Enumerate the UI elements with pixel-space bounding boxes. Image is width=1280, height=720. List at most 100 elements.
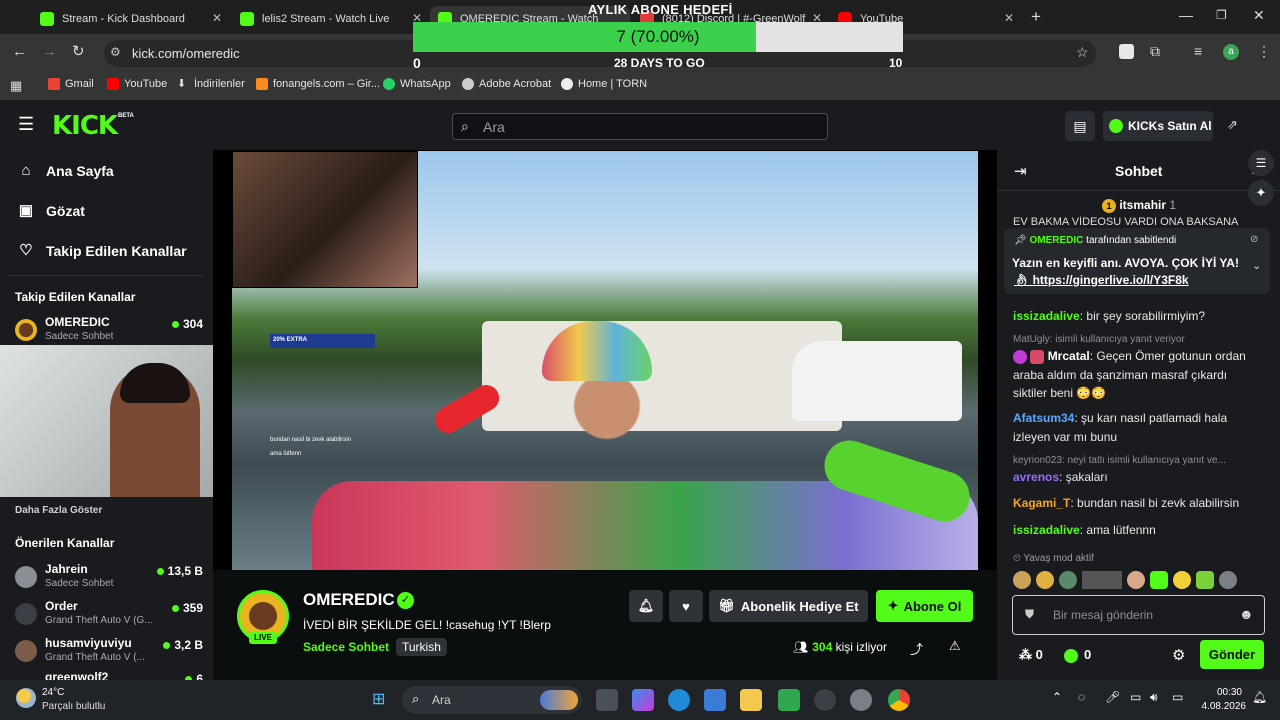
media-control-icon[interactable]: ≡	[1194, 43, 1202, 59]
nav-browse[interactable]: ▣ Gözat	[18, 203, 85, 220]
side-panel-icon[interactable]: ☰	[1248, 150, 1274, 176]
bookmark-star-icon[interactable]: ☆	[1076, 44, 1089, 61]
taskbar-search[interactable]: ⌕ Ara	[402, 686, 582, 714]
chat-username[interactable]: Afatsum34	[1013, 411, 1074, 425]
volume-icon[interactable]: 🔊︎	[1150, 690, 1158, 705]
tab-lelis2[interactable]: lelis2 Stream - Watch Live on Ki ✕	[232, 6, 428, 32]
emoji-picker-icon[interactable]: ☻	[1239, 606, 1254, 622]
forward-icon[interactable]: →	[42, 43, 57, 60]
bookmark-downloads[interactable]: ⬇ İndirilenler	[177, 78, 245, 90]
chat-username[interactable]: Kagami_T	[1013, 496, 1070, 510]
close-tab-icon[interactable]: ✕	[212, 11, 222, 25]
tray-app-icon[interactable]: ◌	[1078, 690, 1085, 704]
chat-username[interactable]: avrenos	[1013, 470, 1059, 484]
weather-temp[interactable]: 24°C	[42, 687, 64, 698]
hamburger-menu-icon[interactable]: ☰	[18, 115, 34, 133]
browser-menu-icon[interactable]: ⋮	[1257, 43, 1271, 60]
profile-avatar[interactable]: a	[1223, 44, 1239, 60]
gift-subscription-button[interactable]: 🎁︎ Abonelik Hediye Et	[709, 590, 868, 622]
battery-icon[interactable]: ▭	[1172, 690, 1183, 704]
copilot-icon[interactable]	[632, 689, 654, 711]
top-gifter[interactable]: 1 itsmahir 1	[1102, 198, 1176, 213]
edge-icon[interactable]	[668, 689, 690, 711]
close-tab-icon[interactable]: ✕	[1004, 11, 1014, 25]
nav-following[interactable]: ♡ Takip Edilen Kanallar	[18, 243, 186, 260]
nav-home[interactable]: ⌂ Ana Sayfa	[18, 163, 113, 180]
steam-icon[interactable]	[814, 689, 836, 711]
send-button[interactable]: Gönder	[1200, 640, 1264, 669]
notifications-bell-icon[interactable]: 🔔︎	[1252, 690, 1267, 704]
emote-icon[interactable]	[1196, 571, 1214, 589]
recommended-channel-item[interactable]: Order Grand Theft Auto V (G... 359	[15, 599, 205, 633]
settings-icon[interactable]	[850, 689, 872, 711]
collapse-chat-icon[interactable]: ⇥	[1014, 162, 1027, 180]
notification-bell-button[interactable]: 🔔︎	[629, 590, 663, 622]
weather-icon[interactable]	[16, 688, 36, 708]
chrome-icon[interactable]	[888, 689, 910, 711]
store-icon[interactable]	[704, 689, 726, 711]
bookmark-youtube[interactable]: YouTube	[107, 78, 167, 90]
tab-kick-dashboard[interactable]: Stream - Kick Dashboard ✕	[32, 6, 228, 32]
clock-date[interactable]: 4.08.2026	[1196, 701, 1247, 712]
channel-title[interactable]: OMEREDIC	[303, 590, 395, 610]
bookmark-adobe-acrobat[interactable]: Adobe Acrobat	[462, 78, 551, 90]
layout-toggle-icon[interactable]: ▤	[1065, 111, 1095, 141]
task-view-icon[interactable]	[596, 689, 618, 711]
site-info-icon[interactable]: ⚙	[110, 45, 121, 59]
emote-icon[interactable]	[1150, 571, 1168, 589]
show-more-link[interactable]: Daha Fazla Göster	[15, 505, 102, 516]
chat-username[interactable]: issizadalive	[1013, 523, 1080, 537]
pinned-link[interactable]: 👌︎ https://gingerlive.io/l/Y3F8k	[1014, 273, 1189, 287]
chat-settings-gear-icon[interactable]: ⚙	[1172, 646, 1185, 664]
chat-input[interactable]: ⛊ Bir mesaj gönderin ☻	[1012, 595, 1265, 635]
followed-channel-item[interactable]: OMEREDIC Sadece Sohbet 304	[15, 315, 205, 349]
video-player[interactable]: 20% EXTRA bundan nasil bi zevk alabilirs…	[232, 151, 978, 570]
xbox-icon[interactable]	[778, 689, 800, 711]
windows-start-icon[interactable]: ⊞	[372, 689, 385, 709]
chat-username[interactable]: Mrcatal	[1048, 349, 1090, 363]
back-icon[interactable]: ←	[12, 43, 27, 60]
recommended-channel-item[interactable]: greenwolf2 6	[15, 670, 205, 680]
pinned-message[interactable]: 📌︎ OMEREDIC tarafından sabitlendi ⊘ Yazı…	[1004, 228, 1270, 294]
network-icon[interactable]: ▭	[1130, 690, 1141, 704]
maximize-icon[interactable]: ❐	[1216, 8, 1227, 22]
expand-pin-icon[interactable]: ⌄	[1252, 259, 1261, 272]
apps-grid-icon[interactable]: ▦	[10, 78, 22, 94]
recommended-channel-item[interactable]: husamviyuviyu Grand Theft Auto V (... 3,…	[15, 636, 205, 670]
emote-icon[interactable]	[1173, 571, 1191, 589]
stream-category[interactable]: Sadece Sohbet	[303, 640, 389, 654]
bookmark-whatsapp[interactable]: WhatsApp	[383, 78, 451, 90]
search-input[interactable]: ⌕ Ara	[452, 113, 828, 140]
extensions-puzzle-icon[interactable]: ⧉	[1150, 43, 1160, 60]
bookmark-torn[interactable]: Home | TORN	[561, 78, 647, 90]
clock-time[interactable]: 00:30	[1202, 687, 1242, 698]
extension-icon[interactable]	[1119, 44, 1134, 59]
emote-icon[interactable]	[1219, 571, 1237, 589]
file-explorer-icon[interactable]	[740, 689, 762, 711]
emote-icon[interactable]	[1059, 571, 1077, 589]
bookmark-gmail[interactable]: Gmail	[48, 78, 94, 90]
url-text[interactable]: kick.com/omeredic	[132, 46, 240, 61]
language-tag[interactable]: Turkish	[396, 638, 447, 656]
emote-icon[interactable]	[1013, 571, 1031, 589]
subscribe-button[interactable]: ✦ Abone Ol	[876, 590, 973, 622]
report-warning-icon[interactable]: ⚠	[949, 638, 961, 654]
channel-points[interactable]: ⁂ 0	[1019, 647, 1043, 663]
emote-icon[interactable]	[1127, 571, 1145, 589]
bookmark-fonangels[interactable]: fonangels.com – Gir...	[256, 78, 380, 90]
close-window-icon[interactable]: ✕	[1253, 7, 1265, 24]
hide-pin-icon[interactable]: ⊘	[1250, 234, 1258, 245]
chat-badge-icon[interactable]: ⛊	[1025, 607, 1034, 622]
user-menu-icon[interactable]: ⇗	[1227, 117, 1238, 133]
kick-logo[interactable]: KICK	[52, 111, 118, 141]
buy-kicks-button[interactable]: KICKs Satın Al	[1103, 111, 1213, 141]
weather-desc[interactable]: Parçalı bulutlu	[42, 701, 105, 712]
recommended-channel-item[interactable]: Jahrein Sadece Sohbet 13,5 B	[15, 562, 205, 596]
reload-icon[interactable]: ↻	[72, 42, 85, 60]
tray-overflow-icon[interactable]: ⌃	[1052, 690, 1062, 704]
chat-username[interactable]: issizadalive	[1013, 309, 1080, 323]
ai-sparkle-icon[interactable]: ✦	[1248, 180, 1274, 206]
emote-icon[interactable]	[1082, 571, 1122, 589]
new-tab-icon[interactable]: +	[1031, 7, 1041, 27]
minimize-icon[interactable]: —	[1179, 7, 1193, 23]
